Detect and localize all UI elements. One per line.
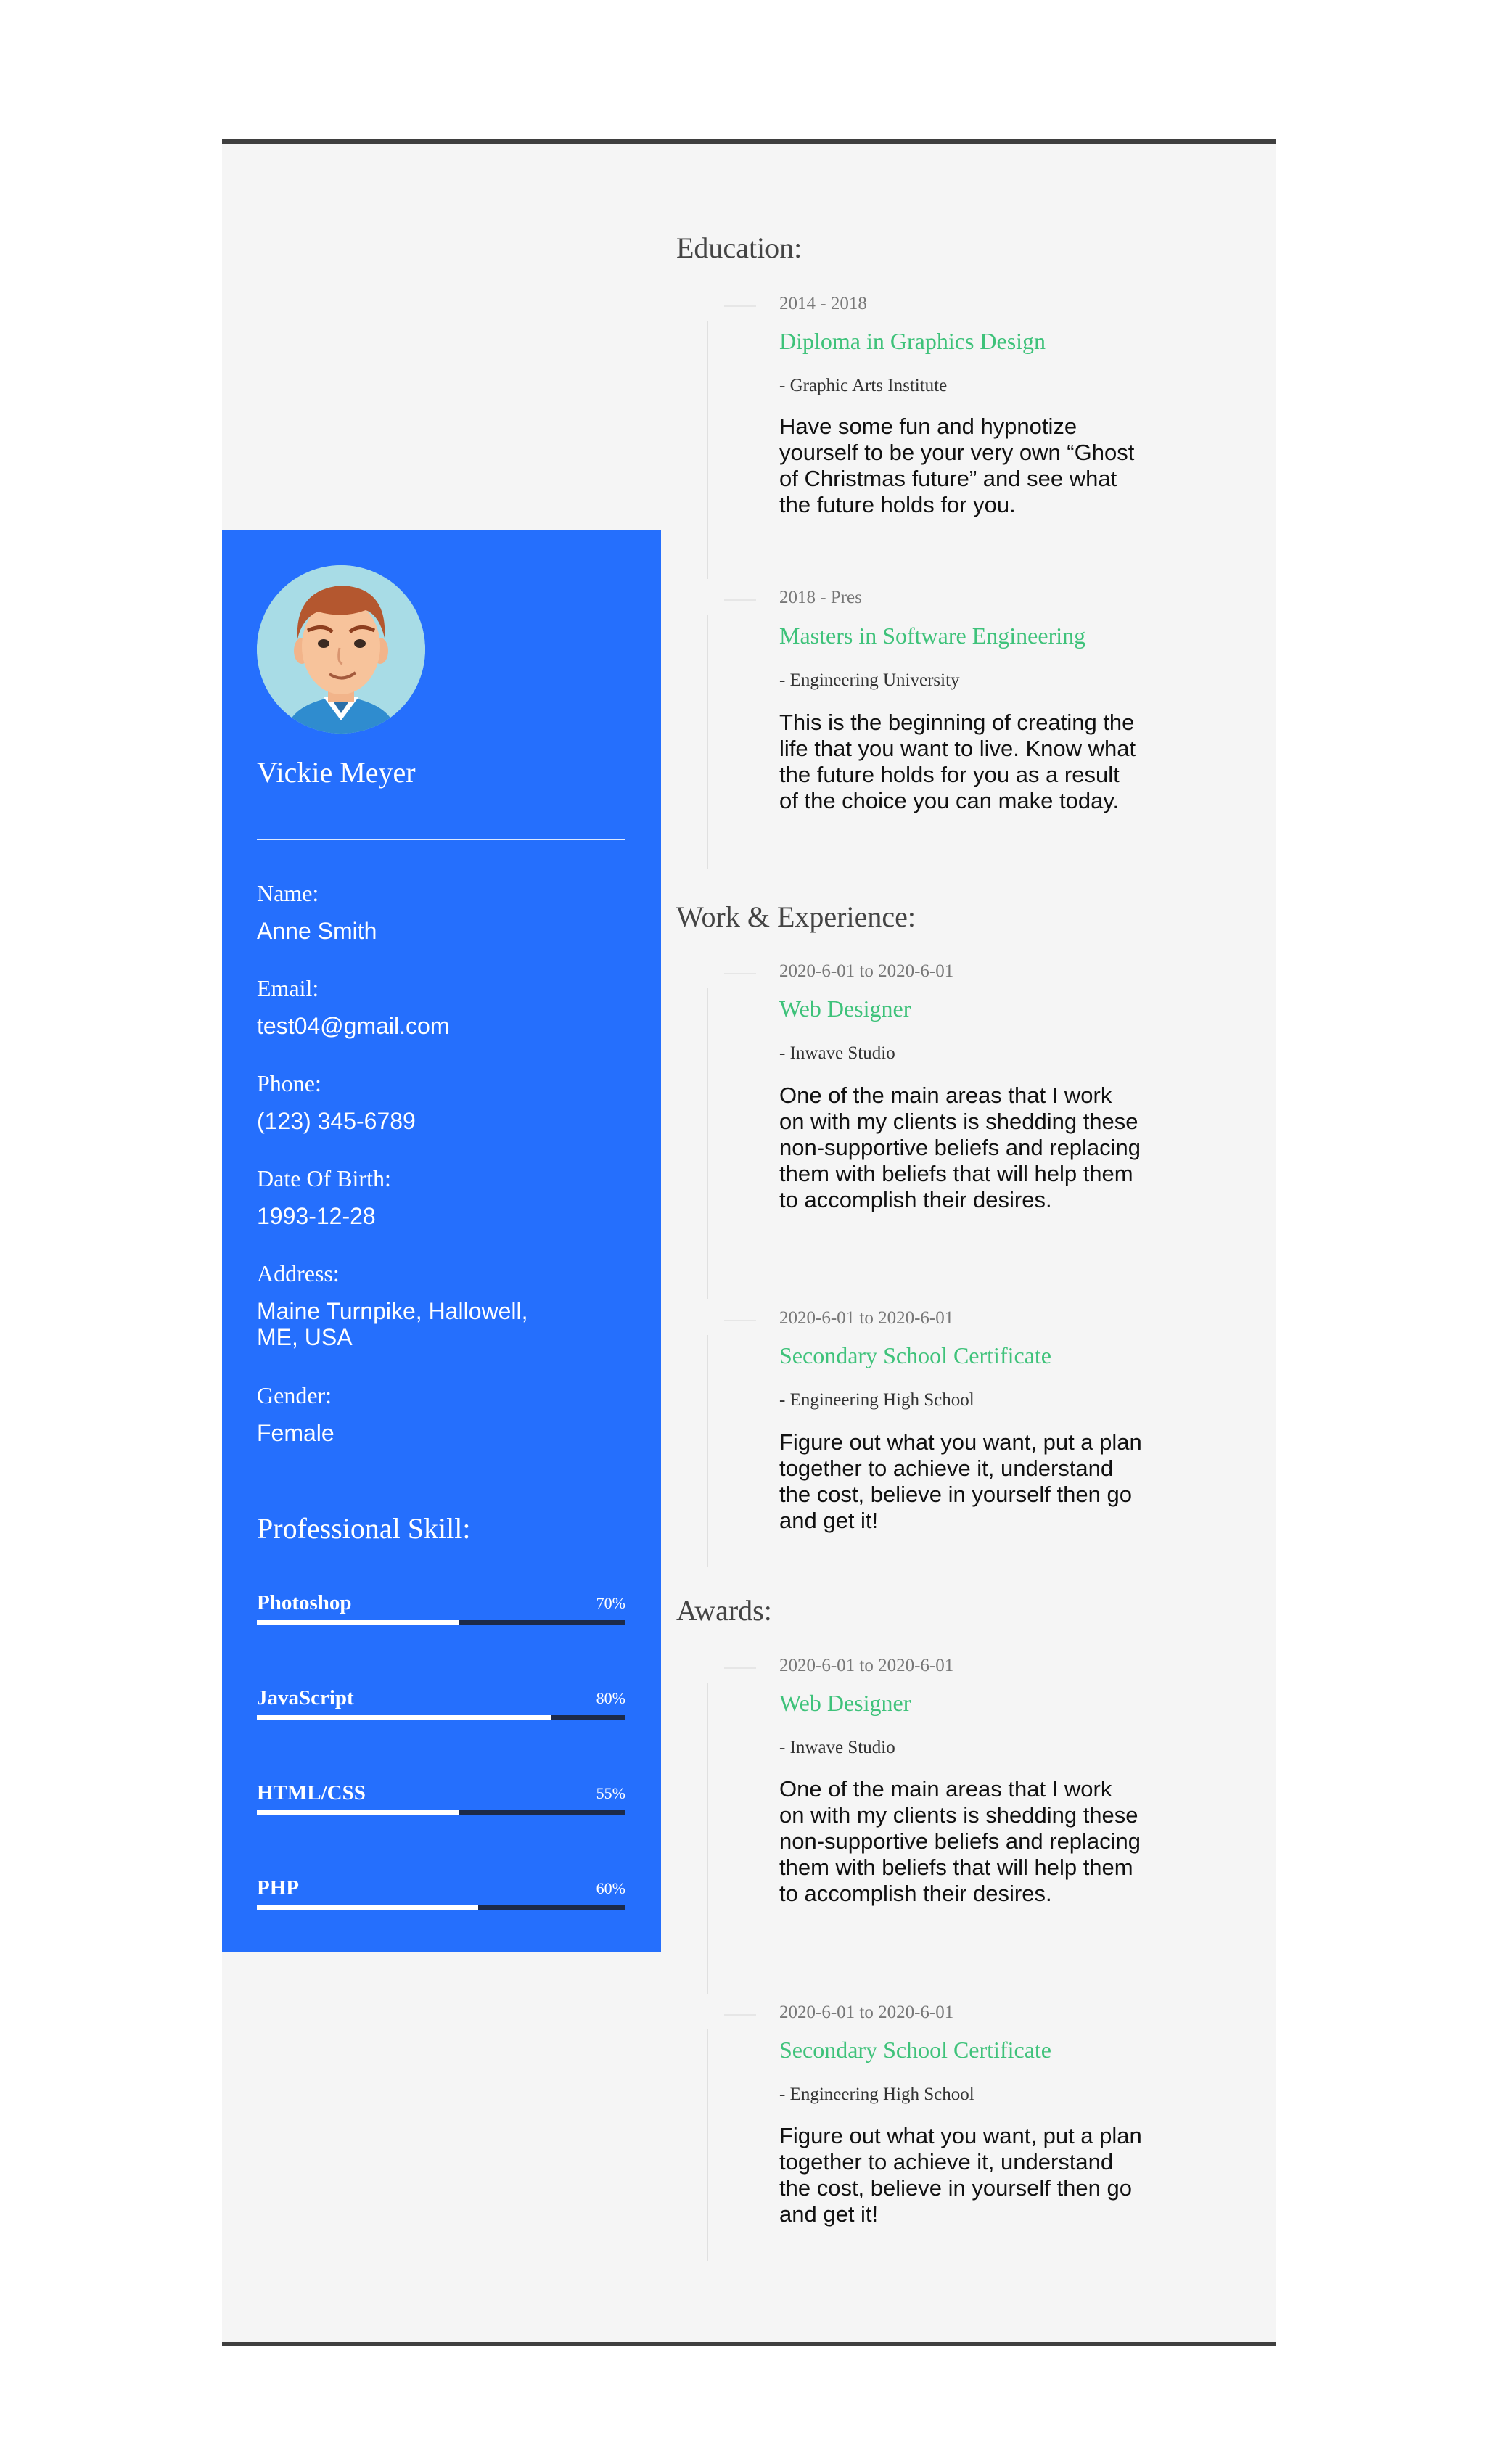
work-org: - Inwave Studio [779, 1043, 895, 1063]
skill-item: PHP 60% [257, 1876, 625, 1920]
work-title: Secondary School Certificate [779, 1342, 1051, 1368]
education-org: - Engineering University [779, 670, 960, 690]
info-value-phone: (123) 345-6789 [257, 1108, 416, 1134]
timeline-line [707, 321, 708, 579]
work-desc: Figure out what you want, put a plan tog… [779, 1429, 1142, 1533]
skill-track [257, 1620, 625, 1625]
timeline-marker [724, 973, 756, 974]
skills-heading: Professional Skill: [257, 1512, 471, 1545]
skill-track [257, 1810, 625, 1815]
education-title: Diploma in Graphics Design [779, 328, 1046, 354]
info-value-address: Maine Turnpike, Hallowell, ME, USA [257, 1298, 528, 1350]
award-date: 2020-6-01 to 2020-6-01 [779, 2003, 954, 2022]
award-title: Web Designer [779, 1690, 911, 1716]
skill-percent: 80% [596, 1689, 625, 1707]
cartoon-man-avatar-icon [257, 565, 425, 734]
timeline-marker [724, 599, 756, 601]
skill-percent: 60% [596, 1879, 625, 1897]
skill-name: JavaScript [257, 1686, 354, 1709]
timeline-marker [724, 305, 756, 307]
work-title: Web Designer [779, 995, 911, 1022]
education-date: 2018 - Pres [779, 588, 862, 607]
info-label-address: Address: [257, 1260, 340, 1286]
work-date: 2020-6-01 to 2020-6-01 [779, 1308, 954, 1328]
skill-name: Photoshop [257, 1591, 352, 1614]
skill-name: HTML/CSS [257, 1781, 366, 1804]
timeline-marker [724, 1667, 756, 1669]
sidebar-divider [257, 839, 625, 840]
skill-fill [257, 1905, 478, 1910]
award-desc: Figure out what you want, put a plan tog… [779, 2123, 1142, 2227]
info-value-dob: 1993-12-28 [257, 1203, 376, 1229]
info-value-email: test04@gmail.com [257, 1013, 450, 1039]
info-value-gender: Female [257, 1420, 334, 1446]
timeline-marker [724, 2014, 756, 2016]
skill-percent: 55% [596, 1784, 625, 1802]
info-label-name: Name: [257, 880, 319, 906]
skill-item: HTML/CSS 55% [257, 1781, 625, 1825]
education-heading: Education: [676, 231, 802, 264]
skill-track [257, 1905, 625, 1910]
skill-item: Photoshop 70% [257, 1591, 625, 1635]
info-label-gender: Gender: [257, 1382, 332, 1408]
timeline-line [707, 615, 708, 869]
award-desc: One of the main areas that I work on wit… [779, 1776, 1141, 1906]
skill-percent: 70% [596, 1594, 625, 1612]
education-org: - Graphic Arts Institute [779, 376, 948, 395]
award-org: - Engineering High School [779, 2085, 974, 2104]
info-label-dob: Date Of Birth: [257, 1165, 391, 1191]
work-date: 2020-6-01 to 2020-6-01 [779, 961, 954, 981]
skill-fill [257, 1715, 552, 1720]
info-label-email: Email: [257, 975, 319, 1001]
skill-fill [257, 1810, 460, 1815]
education-title: Masters in Software Engineering [779, 623, 1086, 649]
work-org: - Engineering High School [779, 1390, 974, 1410]
award-date: 2020-6-01 to 2020-6-01 [779, 1656, 954, 1675]
education-desc: This is the beginning of creating the li… [779, 710, 1136, 813]
timeline-line [707, 1683, 708, 1994]
timeline-line [707, 2029, 708, 2261]
education-desc: Have some fun and hypnotize yourself to … [779, 414, 1135, 517]
award-org: - Inwave Studio [779, 1738, 895, 1757]
timeline-line [707, 1335, 708, 1567]
awards-heading: Awards: [676, 1594, 772, 1627]
info-value-name: Anne Smith [257, 918, 377, 944]
timeline-line [707, 988, 708, 1299]
skill-item: JavaScript 80% [257, 1686, 625, 1730]
skill-name: PHP [257, 1876, 299, 1900]
timeline-marker [724, 1320, 756, 1321]
profile-sidebar: Vickie Meyer Name: Anne Smith Email: tes… [222, 530, 661, 1952]
work-desc: One of the main areas that I work on wit… [779, 1083, 1141, 1212]
work-heading: Work & Experience: [676, 900, 916, 933]
skill-fill [257, 1620, 460, 1625]
education-date: 2014 - 2018 [779, 294, 867, 313]
skill-track [257, 1715, 625, 1720]
award-title: Secondary School Certificate [779, 2037, 1051, 2063]
profile-name: Vickie Meyer [257, 756, 416, 789]
info-label-phone: Phone: [257, 1070, 321, 1096]
